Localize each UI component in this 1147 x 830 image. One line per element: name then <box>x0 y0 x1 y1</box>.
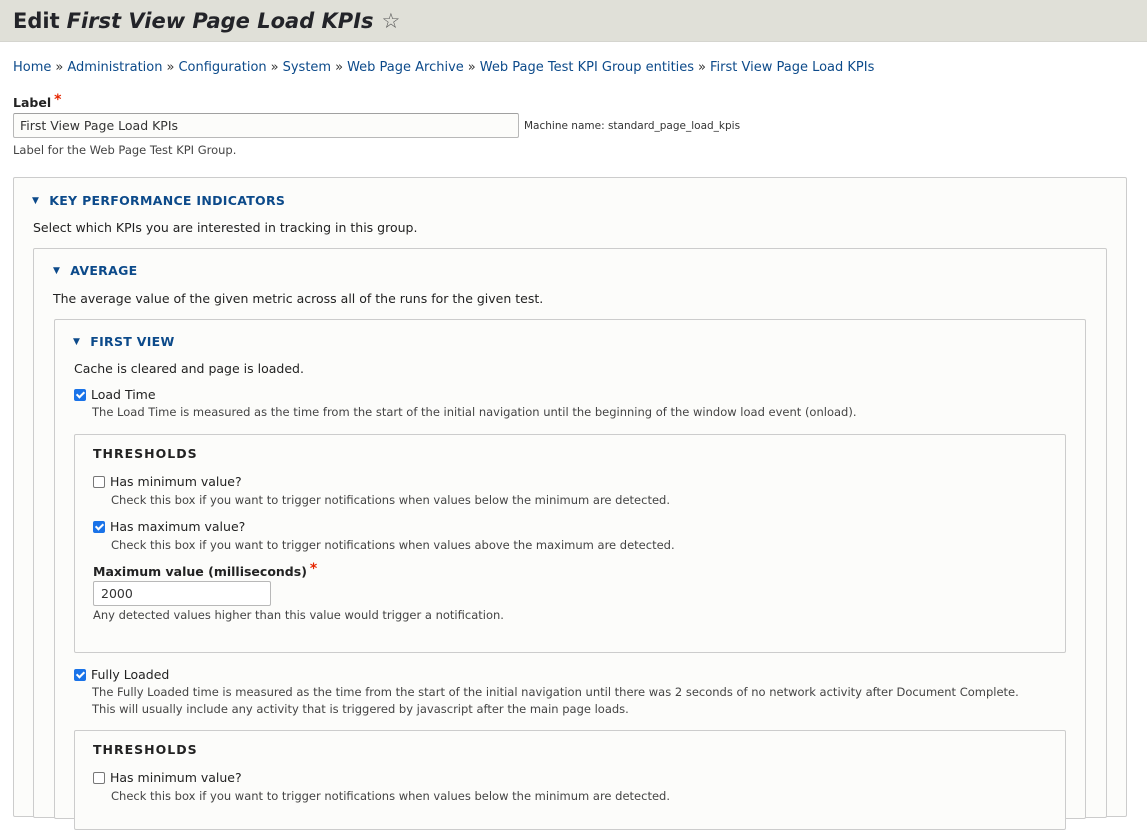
load-time-checkbox[interactable] <box>74 388 86 401</box>
machine-name: Machine name: standard_page_load_kpis <box>524 119 741 132</box>
triangle-down-icon: ▼ <box>73 336 81 347</box>
breadcrumb-link-system[interactable]: System <box>283 60 331 75</box>
load-time-has-min-row: Has minimum value? <box>93 474 242 489</box>
fully-loaded-row: Fully Loaded <box>74 667 169 682</box>
breadcrumb-separator: » <box>166 60 175 75</box>
first-view-section-description: Cache is cleared and page is loaded. <box>74 361 304 376</box>
label-input[interactable] <box>13 113 519 138</box>
required-marker: * <box>54 92 62 108</box>
fully-loaded-description-line2: This will usually include any activity t… <box>92 702 629 716</box>
breadcrumb-separator: » <box>698 60 707 75</box>
fully-loaded-thresholds-title: THRESHOLDS <box>93 742 198 757</box>
first-view-summary-toggle[interactable]: ▼ FIRST VIEW <box>73 334 175 349</box>
load-time-has-max-label[interactable]: Has maximum value? <box>110 519 245 534</box>
breadcrumb-separator: » <box>270 60 279 75</box>
breadcrumb-link-current[interactable]: First View Page Load KPIs <box>710 60 874 75</box>
label-description: Label for the Web Page Test KPI Group. <box>13 143 237 157</box>
breadcrumb-link-configuration[interactable]: Configuration <box>178 60 266 75</box>
page-title-prefix: Edit <box>13 8 60 33</box>
label-field-label-text: Label <box>13 95 52 110</box>
load-time-has-max-row: Has maximum value? <box>93 519 245 534</box>
load-time-description: The Load Time is measured as the time fr… <box>92 405 857 419</box>
max-value-label: Maximum value (milliseconds) * <box>93 561 318 579</box>
kpi-section-title: KEY PERFORMANCE INDICATORS <box>49 193 286 208</box>
label-field-label: Label * <box>13 92 740 110</box>
fully-loaded-label[interactable]: Fully Loaded <box>91 667 169 682</box>
load-time-has-max-checkbox[interactable] <box>93 520 105 533</box>
breadcrumb-separator: » <box>335 60 344 75</box>
required-marker: * <box>309 561 318 577</box>
max-value-label-text: Maximum value (milliseconds) <box>93 564 307 579</box>
fully-loaded-description-line1: The Fully Loaded time is measured as the… <box>92 685 1019 699</box>
star-icon[interactable]: ☆ <box>382 9 401 33</box>
fully-loaded-has-min-description: Check this box if you want to trigger no… <box>111 789 670 803</box>
breadcrumb-link-web-page-archive[interactable]: Web Page Archive <box>347 60 464 75</box>
breadcrumb: Home» Administration» Configuration» System… <box>13 60 874 75</box>
page-title: Edit First View Page Load KPIs ☆ <box>13 9 400 33</box>
max-value-input[interactable] <box>93 581 271 606</box>
label-form-item: Label* Machine name: standard_page_load_… <box>13 92 741 157</box>
average-section-description: The average value of the given metric ac… <box>53 291 544 306</box>
load-time-thresholds-title: THRESHOLDS <box>93 446 198 461</box>
load-time-has-max-description: Check this box if you want to trigger no… <box>111 538 675 552</box>
kpi-section-description: Select which KPIs you are interested in … <box>33 220 418 235</box>
max-value-description: Any detected values higher than this val… <box>93 608 504 622</box>
fully-loaded-checkbox[interactable] <box>74 668 86 681</box>
page-header: Edit First View Page Load KPIs ☆ <box>0 0 1147 42</box>
breadcrumb-link-home[interactable]: Home <box>13 60 51 75</box>
kpi-summary-toggle[interactable]: ▼ KEY PERFORMANCE INDICATORS <box>32 193 285 208</box>
load-time-label[interactable]: Load Time <box>91 387 156 402</box>
page-title-entity: First View Page Load KPIs <box>66 8 374 33</box>
fully-loaded-has-min-row: Has minimum value? <box>93 770 242 785</box>
triangle-down-icon: ▼ <box>32 195 40 206</box>
load-time-has-min-checkbox[interactable] <box>93 475 105 488</box>
first-view-section-title: FIRST VIEW <box>90 334 175 349</box>
average-summary-toggle[interactable]: ▼ AVERAGE <box>53 263 137 278</box>
load-time-has-min-description: Check this box if you want to trigger no… <box>111 493 670 507</box>
triangle-down-icon: ▼ <box>53 265 61 276</box>
average-section-title: AVERAGE <box>70 263 138 278</box>
breadcrumb-separator: » <box>55 60 64 75</box>
fully-loaded-has-min-label[interactable]: Has minimum value? <box>110 770 242 785</box>
breadcrumb-link-administration[interactable]: Administration <box>67 60 162 75</box>
breadcrumb-link-kpi-group-entities[interactable]: Web Page Test KPI Group entities <box>480 60 694 75</box>
load-time-row: Load Time <box>74 387 156 402</box>
fully-loaded-has-min-checkbox[interactable] <box>93 771 105 784</box>
load-time-has-min-label[interactable]: Has minimum value? <box>110 474 242 489</box>
breadcrumb-separator: » <box>467 60 476 75</box>
